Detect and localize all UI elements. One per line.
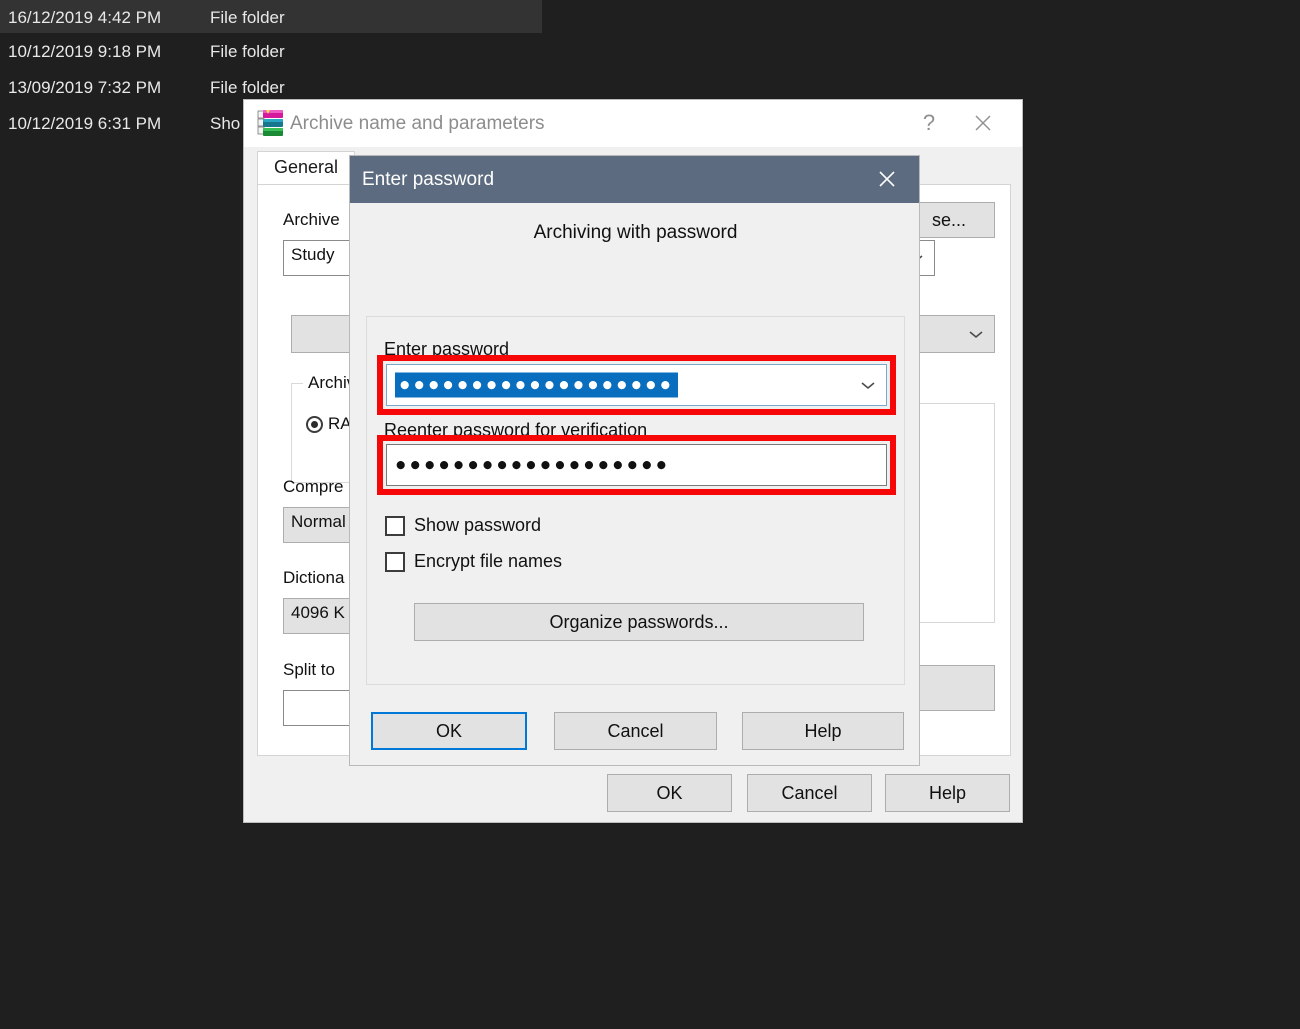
table-row[interactable]: 16/12/2019 4:42 PM File folder bbox=[0, 0, 1300, 36]
compression-label: Compre bbox=[283, 477, 344, 496]
password-ok-button[interactable]: OK bbox=[371, 712, 527, 750]
file-date-cell: 10/12/2019 6:31 PM bbox=[8, 114, 162, 133]
file-type-cell: File folder bbox=[210, 78, 285, 97]
encrypt-file-names-label: Encrypt file names bbox=[414, 551, 563, 571]
split-to-label: Split to bbox=[283, 660, 335, 679]
radio-dot-icon bbox=[306, 415, 323, 433]
archive-name-value: Study bbox=[291, 245, 335, 264]
password-group-box: Enter password ●●●●●●●●●●●●●●●●●●● Reent… bbox=[366, 316, 905, 685]
file-date-cell: 16/12/2019 4:42 PM bbox=[8, 8, 162, 27]
file-type-cell: Sho bbox=[210, 114, 241, 133]
main-ok-button[interactable]: OK bbox=[607, 774, 732, 812]
password-dialog-titlebar[interactable]: Enter password bbox=[350, 156, 919, 203]
main-dialog-title: Archive name and parameters bbox=[290, 112, 545, 134]
password-dialog-title: Enter password bbox=[362, 168, 495, 190]
main-help-button[interactable]: Help bbox=[885, 774, 1010, 812]
file-date-cell: 13/09/2019 7:32 PM bbox=[8, 78, 162, 97]
close-x-icon bbox=[879, 171, 895, 187]
radio-rar[interactable]: RA bbox=[306, 414, 352, 434]
close-x-icon bbox=[975, 115, 991, 131]
help-icon[interactable]: ? bbox=[906, 100, 952, 146]
reenter-password-input[interactable]: ●●●●●●●●●●●●●●●●●●● bbox=[386, 444, 887, 486]
show-password-checkbox[interactable]: Show password bbox=[385, 515, 541, 536]
enter-password-value: ●●●●●●●●●●●●●●●●●●● bbox=[395, 372, 679, 398]
chevron-down-icon[interactable] bbox=[860, 380, 876, 390]
dictionary-label: Dictiona bbox=[283, 568, 345, 587]
main-dialog-titlebar[interactable]: Archive name and parameters ? bbox=[244, 100, 1022, 147]
close-icon[interactable] bbox=[863, 156, 911, 202]
tab-general[interactable]: General bbox=[257, 151, 356, 185]
enter-password-dialog: Enter password Archiving with password E… bbox=[349, 155, 920, 766]
encrypt-file-names-checkbox[interactable]: Encrypt file names bbox=[385, 551, 562, 572]
file-date-cell: 10/12/2019 9:18 PM bbox=[8, 42, 162, 61]
chevron-down-icon bbox=[969, 331, 983, 339]
main-cancel-button[interactable]: Cancel bbox=[747, 774, 872, 812]
file-type-cell: File folder bbox=[210, 8, 285, 27]
dictionary-value: 4096 K bbox=[291, 603, 345, 622]
file-type-cell: File folder bbox=[210, 42, 285, 61]
password-dialog-heading: Archiving with password bbox=[533, 222, 738, 243]
help-glyph: ? bbox=[922, 110, 936, 135]
checkbox-icon bbox=[385, 551, 405, 572]
winrar-books-icon bbox=[257, 110, 283, 136]
password-cancel-button[interactable]: Cancel bbox=[554, 712, 717, 750]
archive-name-label: Archive bbox=[283, 210, 340, 229]
table-row[interactable]: 10/12/2019 9:18 PM File folder bbox=[0, 34, 1300, 70]
password-help-button[interactable]: Help bbox=[742, 712, 904, 750]
organize-passwords-button[interactable]: Organize passwords... bbox=[414, 603, 864, 641]
checkbox-icon bbox=[385, 515, 405, 536]
compression-value: Normal bbox=[291, 512, 346, 531]
enter-password-input[interactable]: ●●●●●●●●●●●●●●●●●●● bbox=[386, 364, 887, 406]
reenter-password-value: ●●●●●●●●●●●●●●●●●●● bbox=[395, 454, 671, 476]
close-icon[interactable] bbox=[960, 100, 1006, 146]
show-password-label: Show password bbox=[414, 515, 542, 535]
